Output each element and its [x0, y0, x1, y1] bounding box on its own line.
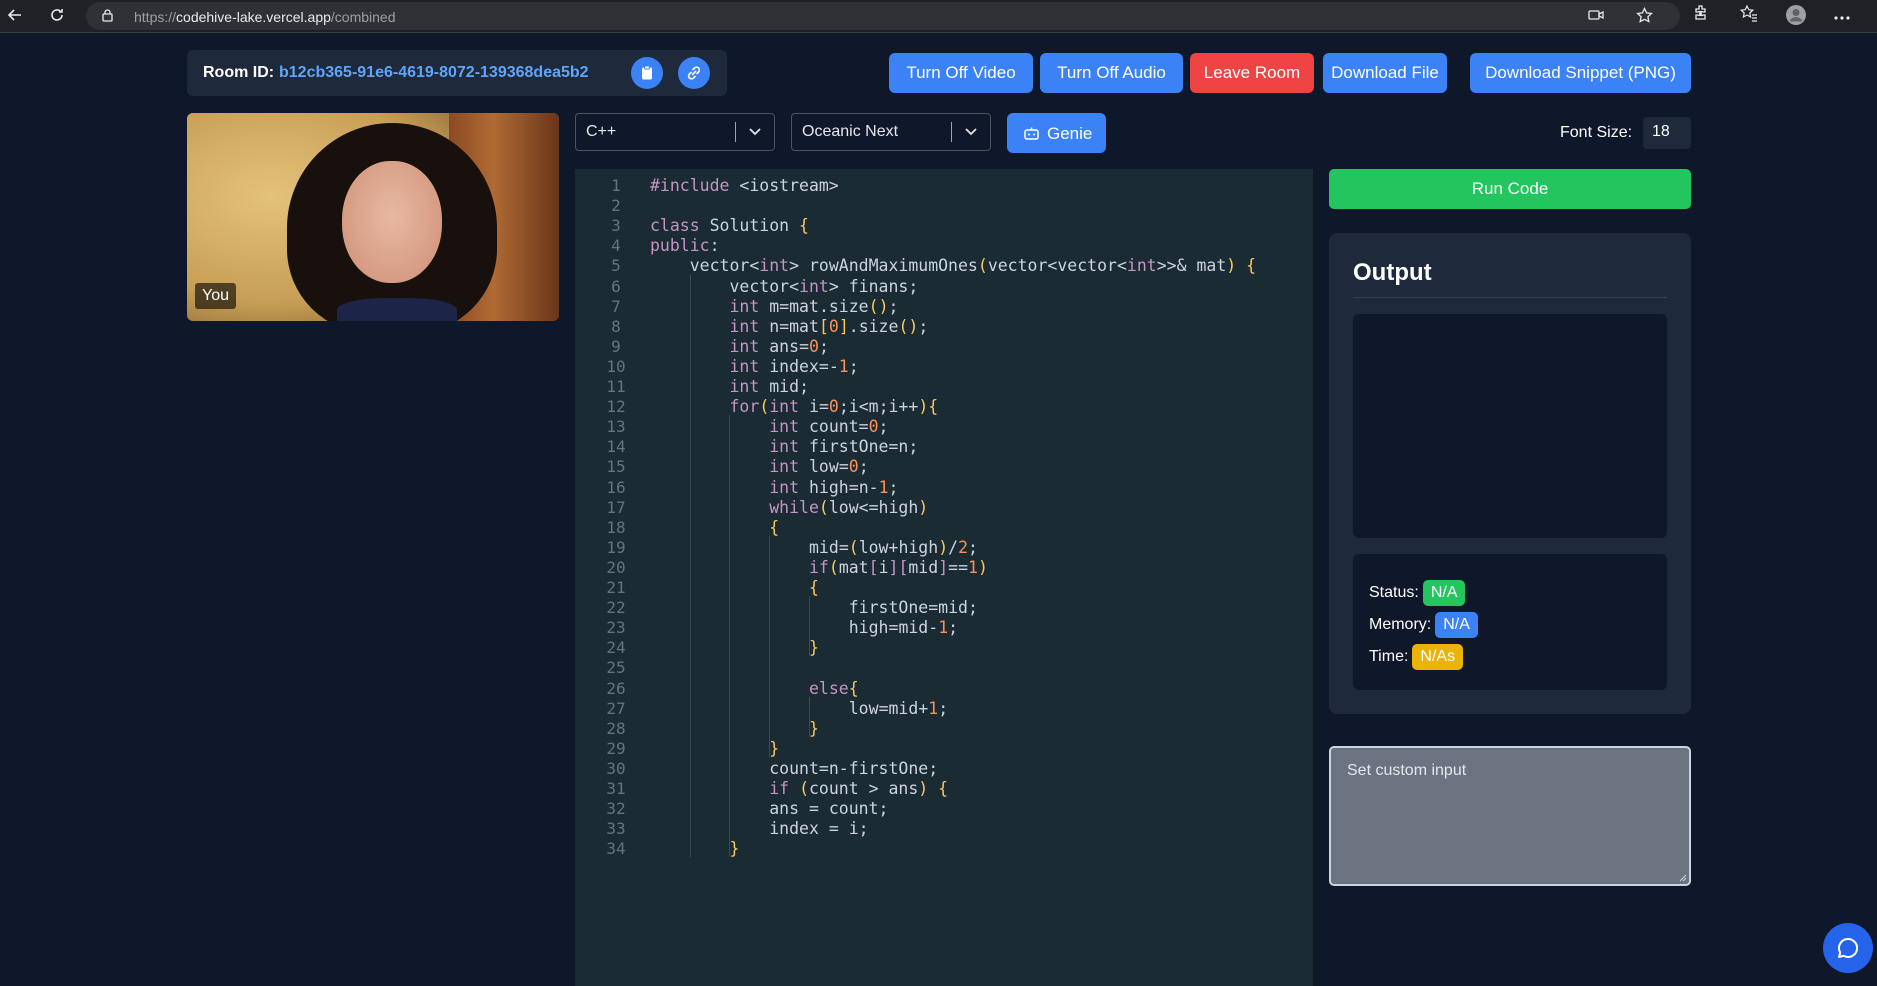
- chat-icon: [1838, 937, 1859, 958]
- camera-icon[interactable]: [1588, 8, 1604, 27]
- indent-guide: [808, 596, 810, 657]
- star-icon[interactable]: [1636, 6, 1653, 29]
- video-person-shirt: [337, 298, 457, 321]
- language-value: C++: [586, 123, 617, 140]
- status-badge: N/A: [1422, 580, 1466, 606]
- profile-icon[interactable]: [1783, 4, 1809, 30]
- output-console: [1353, 314, 1667, 538]
- share-link-button[interactable]: [678, 57, 710, 89]
- video-label: You: [195, 283, 236, 309]
- robot-icon: [1024, 127, 1039, 140]
- more-icon[interactable]: [1829, 4, 1855, 30]
- chat-button[interactable]: [1823, 923, 1873, 973]
- time-badge: N/As: [1412, 644, 1464, 670]
- extensions-icon[interactable]: [1688, 4, 1714, 30]
- select-separator: [951, 122, 952, 142]
- output-panel: Output Status: N/A Memory: N/A Time: N/As: [1329, 233, 1691, 714]
- room-id-value: b12cb365-91e6-4619-8072-139368dea5b2: [279, 64, 589, 81]
- room-info: Room ID: b12cb365-91e6-4619-8072-139368d…: [187, 50, 727, 96]
- url-text: https://codehive-lake.vercel.app/combine…: [134, 9, 396, 25]
- memory-badge: N/A: [1435, 612, 1478, 638]
- font-size-input[interactable]: 18: [1643, 117, 1691, 149]
- download-snippet-button[interactable]: Download Snippet (PNG): [1470, 53, 1691, 93]
- custom-input-placeholder: Set custom input: [1347, 762, 1467, 779]
- genie-label: Genie: [1047, 124, 1093, 143]
- chevron-down-icon: [749, 128, 761, 136]
- video-person-face: [342, 161, 442, 283]
- reload-icon[interactable]: [44, 4, 70, 30]
- toggle-video-button[interactable]: Turn Off Video: [889, 53, 1033, 93]
- font-size-label: Font Size:: [1560, 124, 1633, 141]
- toggle-audio-button[interactable]: Turn Off Audio: [1040, 53, 1183, 93]
- code-text: }: [729, 839, 740, 859]
- code-editor[interactable]: 1 #include <iostream> 2 3 class Solution {4 p…: [575, 169, 1313, 986]
- time-row: Time: N/As: [1369, 644, 1464, 670]
- video-feed: You: [187, 113, 559, 321]
- theme-value: Oceanic Next: [802, 123, 899, 140]
- execution-stats: Status: N/A Memory: N/A Time: N/As: [1353, 554, 1667, 690]
- download-file-button[interactable]: Download File: [1323, 53, 1447, 93]
- indent-guide: [769, 535, 771, 757]
- room-id-label: Room ID:: [203, 64, 275, 81]
- favorites-icon[interactable]: [1736, 4, 1762, 30]
- code-line[interactable]: 34 }: [575, 837, 1313, 861]
- theme-select[interactable]: Oceanic Next: [791, 113, 991, 151]
- chevron-down-icon: [965, 128, 977, 136]
- time-label: Time:: [1369, 648, 1409, 665]
- memory-row: Memory: N/A: [1369, 612, 1478, 638]
- genie-button[interactable]: Genie: [1007, 113, 1106, 153]
- clipboard-icon: [642, 65, 652, 80]
- custom-input-field[interactable]: Set custom input: [1329, 746, 1691, 886]
- copy-room-id-button[interactable]: [631, 57, 663, 89]
- indent-guide: [729, 415, 731, 858]
- indent-guide: [808, 696, 810, 737]
- address-bar[interactable]: https://codehive-lake.vercel.app/combine…: [86, 2, 1680, 30]
- status-row: Status: N/A: [1369, 580, 1466, 606]
- select-separator: [735, 122, 736, 142]
- output-title: Output: [1353, 259, 1432, 286]
- run-code-button[interactable]: Run Code: [1329, 169, 1691, 209]
- browser-toolbar: https://codehive-lake.vercel.app/combine…: [0, 0, 1877, 33]
- indent-guide: [689, 274, 691, 858]
- resize-grip-icon[interactable]: [1677, 872, 1687, 882]
- line-number: 34: [606, 839, 626, 859]
- memory-label: Memory:: [1369, 616, 1432, 633]
- lock-icon: [102, 9, 113, 22]
- status-label: Status:: [1369, 584, 1419, 601]
- output-divider: [1353, 297, 1667, 298]
- leave-room-button[interactable]: Leave Room: [1190, 53, 1314, 93]
- link-icon: [687, 66, 701, 80]
- language-select[interactable]: C++: [575, 113, 775, 151]
- back-icon[interactable]: [2, 4, 28, 30]
